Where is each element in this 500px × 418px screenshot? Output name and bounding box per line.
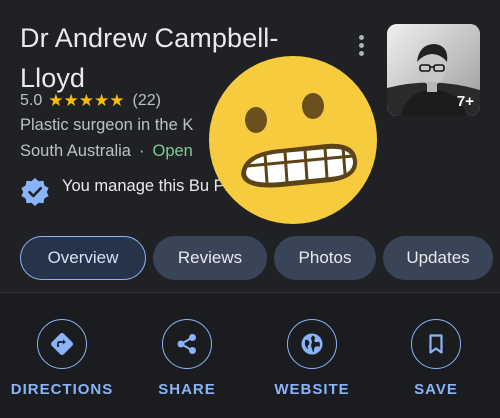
share-label: SHARE — [158, 381, 216, 398]
business-category: Plastic surgeon in the K — [20, 116, 194, 134]
globe-icon — [301, 333, 323, 355]
location-row: South Australia · Open — [20, 142, 193, 161]
share-button[interactable]: SHARE — [129, 319, 245, 398]
photo-count: 7+ — [456, 93, 474, 110]
review-count: (22) — [132, 92, 161, 109]
website-button[interactable]: WEBSITE — [254, 319, 370, 398]
directions-button[interactable]: DIRECTIONS — [4, 319, 120, 398]
directions-circle — [37, 319, 87, 369]
profile-photo[interactable]: 7+ — [387, 24, 480, 116]
more-options-icon[interactable] — [350, 32, 372, 58]
tab-reviews[interactable]: Reviews — [153, 236, 267, 280]
directions-label: DIRECTIONS — [10, 381, 114, 398]
separator: · — [139, 142, 145, 160]
star-rating: ★ ★ ★ ★ ★ — [48, 92, 124, 110]
location-text: South Australia — [20, 142, 131, 160]
rating-value: 5.0 — [20, 92, 43, 109]
star-icon: ★ — [94, 91, 110, 110]
star-icon: ★ — [63, 91, 79, 110]
divider — [0, 292, 500, 293]
website-circle — [287, 319, 337, 369]
star-icon: ★ — [109, 91, 125, 110]
star-icon: ★ — [48, 91, 64, 110]
tab-updates[interactable]: Updates — [383, 236, 493, 280]
website-label: WEBSITE — [274, 381, 350, 398]
save-circle — [411, 319, 461, 369]
directions-icon — [51, 333, 73, 355]
grimacing-face-icon — [209, 56, 377, 224]
star-icon: ★ — [78, 91, 94, 110]
verified-badge-icon — [21, 178, 49, 206]
share-icon — [177, 334, 196, 354]
tab-overview[interactable]: Overview — [20, 236, 146, 280]
tab-photos[interactable]: Photos — [274, 236, 376, 280]
save-label: SAVE — [414, 381, 458, 398]
rating-row[interactable]: 5.0 ★ ★ ★ ★ ★ (22) — [20, 90, 161, 112]
bookmark-icon — [429, 334, 443, 354]
save-button[interactable]: SAVE — [378, 319, 494, 398]
share-circle — [162, 319, 212, 369]
open-status: Open — [152, 142, 193, 160]
